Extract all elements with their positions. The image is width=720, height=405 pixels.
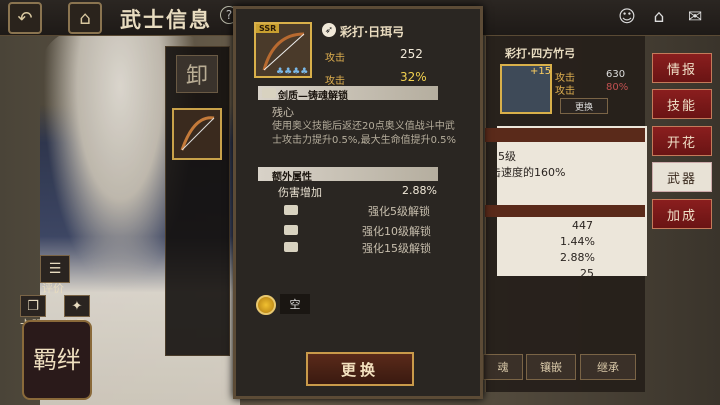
character-face-icon[interactable]: ☺ <box>614 4 640 30</box>
attack-value: 252 <box>400 47 423 61</box>
tab-skills[interactable]: 技能 <box>652 89 712 119</box>
game-screen: ↶ ⌂ 武士信息 ? ☺ ⌂ ✉ 卸 ☰ 评价 ❐ 卡册 ✦ 继承 羁绊 彩打·… <box>0 0 720 405</box>
behind-swap-button[interactable]: 更换 <box>560 98 608 114</box>
attack2-value: 32% <box>400 70 427 84</box>
tab-info[interactable]: 情报 <box>652 53 712 83</box>
lock-icon <box>262 88 276 98</box>
lock-icon <box>284 242 298 252</box>
behind-tab-inlay[interactable]: 镶嵌 <box>526 354 576 380</box>
bond-button[interactable]: 羁绊 <box>22 320 92 400</box>
back-arrow-icon[interactable]: ↶ <box>8 2 42 34</box>
skill-description: 使用奥义技能后返还20点奥义值战斗中武士攻击力提升0.5%,最大生命值提升0.5… <box>272 121 456 146</box>
attack-label: 攻击 <box>325 53 345 64</box>
socket-label: 空 <box>280 294 310 314</box>
extra-attr-label: 伤害增加 <box>278 186 322 199</box>
behind-stat: 25 <box>580 267 594 280</box>
weapon-icon: SSR ♣♣♣♣ <box>254 22 312 78</box>
unload-button[interactable]: 卸 <box>176 55 218 93</box>
lock-requirement: 强化10级解锁 <box>362 225 431 238</box>
attack2-label: 攻击 <box>325 76 345 87</box>
home-icon[interactable]: ⌂ <box>68 2 102 34</box>
tab-bonus[interactable]: 加成 <box>652 199 712 229</box>
skill-name: 残心 <box>272 106 294 119</box>
enhance-level: +15 <box>530 66 552 77</box>
red-divider <box>485 128 645 142</box>
current-weapon-name: 彩打·四方竹弓 <box>505 47 576 60</box>
behind-stat: 2.88% <box>560 251 595 264</box>
mail-icon[interactable]: ✉ <box>682 4 708 30</box>
behind-attack2-value: 80% <box>606 82 629 93</box>
behind-level: 5级 <box>498 150 516 163</box>
lock-requirement: 强化5级解锁 <box>368 205 430 218</box>
evaluate-icon[interactable]: ☰ <box>40 255 70 283</box>
red-divider <box>485 205 645 217</box>
lock-requirement: 强化15级解锁 <box>362 242 431 255</box>
extra-attr-title: 额外属性 <box>272 172 312 183</box>
inherit-icon[interactable]: ✦ <box>64 295 90 317</box>
lock-icon <box>284 225 298 235</box>
evaluate-label: 评价 <box>42 282 64 295</box>
page-title: 武士信息 <box>120 7 212 32</box>
bow-type-icon: ➶ <box>322 23 336 37</box>
behind-stat: 447 <box>572 219 593 232</box>
behind-attack2-label: 攻击 <box>555 86 575 97</box>
behind-effect: 击速度的160% <box>490 166 566 179</box>
tab-weapon[interactable]: 武器 <box>652 162 712 192</box>
lock-icon <box>284 205 298 215</box>
weapon-name: 彩打·日珥弓 <box>340 25 405 39</box>
home-icon[interactable]: ⌂ <box>646 4 672 30</box>
behind-attack-value: 630 <box>606 69 626 80</box>
behind-stat: 1.44% <box>560 235 595 248</box>
behind-tab-inherit[interactable]: 继承 <box>580 354 636 380</box>
extra-attr-value: 2.88% <box>402 184 437 197</box>
weapon-slot[interactable] <box>172 108 222 160</box>
gem-socket-icon[interactable] <box>256 295 276 315</box>
replace-button[interactable]: 更换 <box>306 352 414 386</box>
bow-icon <box>180 116 215 151</box>
soul-section-title: 剑质—铸魂解锁 <box>278 91 348 102</box>
tab-bloom[interactable]: 开花 <box>652 126 712 156</box>
bow-icon: ♣♣♣♣ <box>262 32 308 76</box>
card-album-icon[interactable]: ❐ <box>20 295 46 317</box>
behind-tab-soul[interactable]: 魂 <box>483 354 523 380</box>
bond-label: 羁绊 <box>33 345 81 374</box>
svg-text:♣♣♣♣: ♣♣♣♣ <box>276 67 308 76</box>
